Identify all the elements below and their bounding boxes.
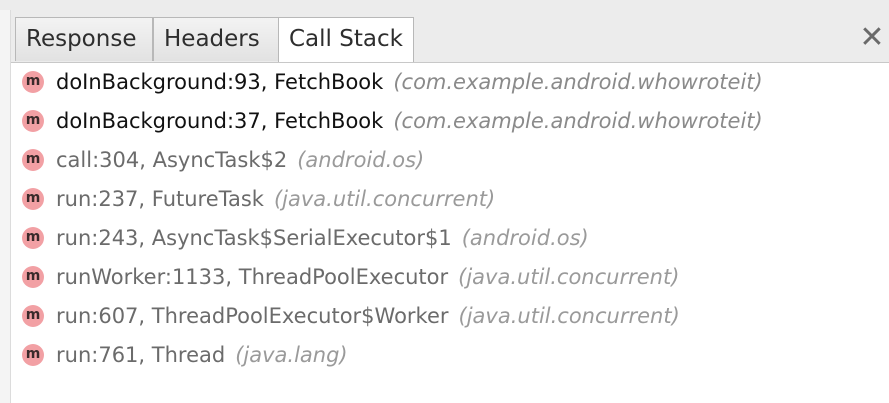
method-icon: m xyxy=(22,187,44,210)
method-icon: m xyxy=(22,226,44,249)
frame-method: run:607, ThreadPoolExecutor$Worker xyxy=(56,303,449,328)
tab-bar: Response Headers Call Stack ✕ xyxy=(11,10,889,63)
frame-package: (java.util.concurrent) xyxy=(458,264,680,289)
tab-response[interactable]: Response xyxy=(15,17,153,61)
method-icon: m xyxy=(22,304,44,327)
frame-package: (java.util.concurrent) xyxy=(458,303,680,328)
stack-frame[interactable]: m run:607, ThreadPoolExecutor$Worker (java… xyxy=(22,296,889,335)
left-gutter xyxy=(0,10,11,403)
method-icon: m xyxy=(22,343,44,366)
tab-headers[interactable]: Headers xyxy=(153,17,279,61)
stack-frame[interactable]: m runWorker:1133, ThreadPoolExecutor (java… xyxy=(22,257,889,296)
method-icon: m xyxy=(22,148,44,171)
stack-frame[interactable]: m doInBackground:37, FetchBook (com.exampl… xyxy=(22,101,889,140)
frame-package: (com.example.android.whowroteit) xyxy=(393,108,763,133)
frame-method: run:761, Thread xyxy=(56,342,226,367)
frame-method: doInBackground:37, FetchBook xyxy=(56,108,384,133)
stack-frame[interactable]: m call:304, AsyncTask$2 (android.os) xyxy=(22,140,889,179)
debugger-panel: Response Headers Call Stack ✕ m doInBackg… xyxy=(0,0,889,403)
method-icon: m xyxy=(22,70,44,93)
frame-package: (java.lang) xyxy=(235,342,348,367)
stack-frame[interactable]: m run:761, Thread (java.lang) xyxy=(22,335,889,374)
method-icon: m xyxy=(22,265,44,288)
tab-call-stack[interactable]: Call Stack xyxy=(278,17,414,62)
frame-package: (com.example.android.whowroteit) xyxy=(393,69,763,94)
frame-package: (java.util.concurrent) xyxy=(273,186,496,211)
frame-method: run:243, AsyncTask$SerialExecutor$1 xyxy=(56,225,452,250)
close-icon[interactable]: ✕ xyxy=(857,23,887,54)
frame-method: runWorker:1133, ThreadPoolExecutor xyxy=(56,264,449,289)
frame-method: run:237, FutureTask xyxy=(56,186,264,211)
frame-method: doInBackground:93, FetchBook xyxy=(56,69,384,94)
call-stack-list: m doInBackground:93, FetchBook (com.exampl… xyxy=(22,62,889,374)
stack-frame[interactable]: m doInBackground:93, FetchBook (com.exampl… xyxy=(22,62,889,101)
stack-frame[interactable]: m run:243, AsyncTask$SerialExecutor$1 (and… xyxy=(22,218,889,257)
method-icon: m xyxy=(22,109,44,132)
frame-package: (android.os) xyxy=(461,225,589,250)
stack-frame[interactable]: m run:237, FutureTask (java.util.concurren… xyxy=(22,179,889,218)
frame-method: call:304, AsyncTask$2 xyxy=(56,147,288,172)
frame-package: (android.os) xyxy=(297,147,425,172)
